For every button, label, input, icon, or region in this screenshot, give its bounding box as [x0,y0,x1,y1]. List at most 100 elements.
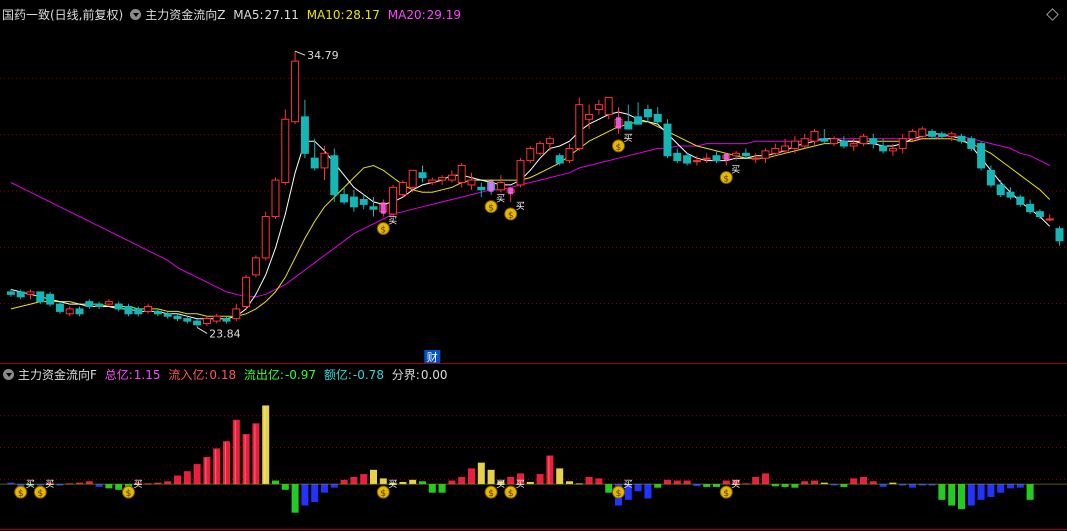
candle-up [575,104,584,149]
candle-down [193,320,202,326]
flow-bar [213,448,221,485]
candle-down [937,133,946,137]
flow-bar [654,484,662,488]
total-label: 总亿: [104,368,133,382]
candle-up [947,133,956,137]
candle-down [6,291,15,295]
sub-indicator-name[interactable]: 主力资金流向F [18,368,97,382]
sub-money-bag-glyph: $ [508,489,514,499]
flow-bar [105,484,113,489]
main-money-bag-glyph: $ [616,143,622,153]
amount-value: -0.78 [352,368,384,382]
main-buy-label: 买 [516,201,525,212]
ma20-value: 29.19 [426,8,461,22]
sub-money-bag-glyph: $ [616,489,622,499]
candle-up [702,157,711,160]
candle-up [585,113,594,120]
candle-up [261,216,270,259]
flow-bar [301,484,309,506]
buy-highlight [616,117,621,129]
sub-buy-label: 买 [516,479,525,490]
main-indicator-name[interactable]: 主力资金流向Z [145,8,225,22]
buy-highlight [380,202,386,214]
candle-up [291,60,300,123]
candle-down [967,138,976,149]
candle-down [359,199,368,205]
flow-bar [634,484,642,492]
candle-down [349,196,358,208]
ma10-value: 28.17 [345,8,380,22]
indicator-menu-icon[interactable] [130,9,142,20]
candle-down [1055,228,1064,242]
candle-down [183,318,192,322]
candle-up [908,130,917,140]
candle-up [447,174,456,181]
flow-bar [644,484,652,499]
candle-up [65,308,74,315]
candle-up [830,138,839,145]
main-money-bag-glyph: $ [508,211,514,221]
sub-indicator-menu-icon[interactable] [3,369,14,380]
buy-highlight [488,180,494,192]
candle-down [928,130,937,137]
sub-buy-label: 买 [134,479,143,490]
flow-bar [379,478,387,485]
flow-bar [232,419,240,485]
candle-up [790,140,799,149]
flow-bar [722,480,730,485]
candle-down [173,315,182,320]
main-chart-header: 国药一致(日线,前复权) 主力资金流向Z MA5:27.11 MA10:28.17… [2,7,465,23]
flow-bar [115,484,123,490]
candle-down [839,140,848,147]
boundary-label: 分界: [391,368,420,382]
sub-buy-label: 买 [45,479,54,490]
candle-down [683,155,692,164]
flow-bar [1016,484,1024,488]
candle-up [202,318,211,325]
candle-up [389,186,398,215]
sub-buy-label: 买 [496,479,505,490]
flow-bar [291,484,299,513]
candle-up [104,301,113,305]
candle-up [545,138,554,145]
candle-up [761,150,770,159]
candle-down [712,155,721,162]
candle-down [477,186,486,191]
flow-bar [997,484,1005,493]
stock-name: 国药一致(日线,前复权) [2,8,124,22]
chart-canvas: $买$买$买$买$买34.7923.84财$买$买$买$买$买$买$买$买 [0,49,1067,530]
candle-down [300,116,309,154]
candle-up [281,118,290,183]
candle-down [55,303,64,312]
amount-label: 额亿: [323,368,352,382]
flow-bar [477,462,485,485]
candle-up [271,179,280,218]
flow-bar [605,484,613,493]
flow-bar [311,484,319,502]
flow-bar [428,484,436,493]
flow-bar [556,468,564,485]
outflow-value: -0.97 [284,368,317,382]
low-price-label: 23.84 [209,327,241,340]
candle-up [408,169,417,188]
low-pointer [196,326,208,334]
ma5-label: MA5: [233,8,264,22]
candle-up [242,276,251,308]
flow-bar [340,479,348,485]
main-buy-label: 买 [496,194,505,205]
main-buy-label: 买 [731,164,740,175]
flow-bar [458,476,466,485]
ma5-value: 27.11 [264,8,299,22]
candle-down [624,121,633,130]
ma20-label: MA20: [387,8,426,22]
flow-bar [252,423,260,485]
sub-buy-label: 买 [624,479,633,490]
candle-up [604,96,613,115]
main-buy-label: 买 [624,133,633,144]
boundary-value: 0.00 [420,368,448,382]
sub-money-bag-glyph: $ [37,489,43,499]
candle-down [340,194,349,203]
sub-buy-label: 买 [388,479,397,490]
flow-bar [683,480,691,485]
flow-bar [546,455,554,485]
